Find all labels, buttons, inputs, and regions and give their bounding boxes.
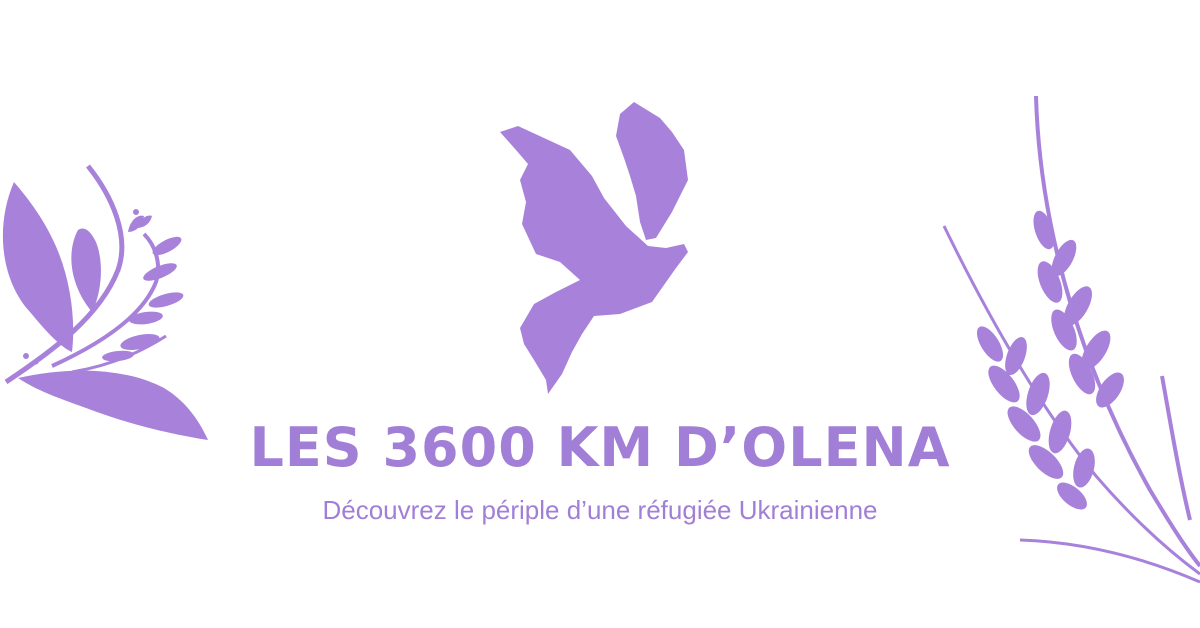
illustration (2, 95, 1200, 584)
dove-icon (500, 102, 688, 394)
banner-title: LES 3600 KM D’OLENA (249, 416, 951, 479)
banner: LES 3600 KM D’OLENA Découvrez le périple… (0, 0, 1200, 628)
banner-subtitle: Découvrez le périple d’une réfugiée Ukra… (322, 495, 878, 525)
floral-branch-icon (2, 164, 208, 440)
